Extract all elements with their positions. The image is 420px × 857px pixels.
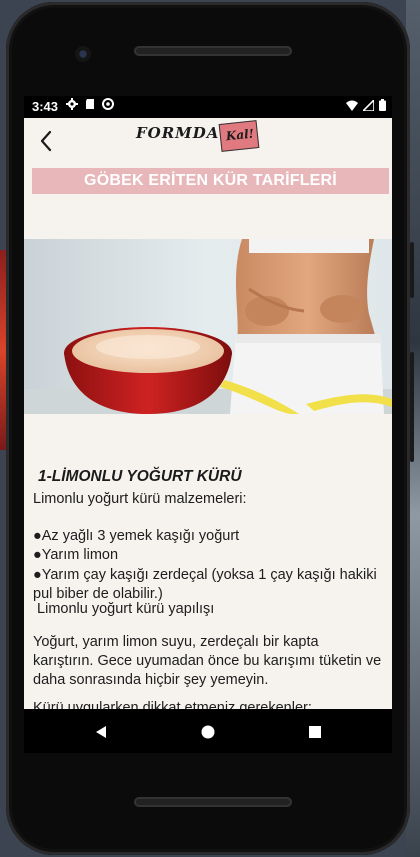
chevron-left-icon[interactable] [32, 126, 60, 156]
volume-button [410, 352, 414, 462]
preparation-text: Yoğurt, yarım limon suyu, zerdeçalı bir … [33, 634, 382, 688]
sd-card-icon [86, 99, 94, 109]
front-camera [75, 46, 91, 62]
earpiece-speaker [134, 46, 292, 56]
navigation-bar [24, 709, 392, 753]
square-recents-icon[interactable] [306, 723, 324, 741]
page-title: GÖBEK ERİTEN KÜR TARİFLERİ [84, 172, 337, 189]
logo-text-main: FORMDA [136, 124, 220, 142]
circle-home-icon[interactable] [199, 723, 217, 741]
triangle-back-icon[interactable] [92, 723, 110, 741]
power-button [410, 242, 414, 298]
ingredient-item-2: ●Yarım limon [33, 547, 119, 563]
battery-icon [379, 99, 386, 111]
app-screen: FORMDA Kal! GÖBEK ERİTEN KÜR TARİFLERİ 1… [24, 118, 392, 709]
ingredients-title: Limonlu yoğurt kürü malzemeleri: [33, 491, 247, 507]
wifi-icon [346, 100, 358, 111]
yogurt-bowl-and-waist-measuring-tape-image [24, 239, 392, 414]
signal-icon [363, 99, 374, 111]
section-heading: 1-LİMONLU YOĞURT KÜRÜ [38, 468, 242, 485]
logo-text-badge: Kal! [225, 126, 255, 144]
partial-text: Kürü uygularken dikkat etmeniz gerekenle… [33, 700, 312, 709]
app-bar: FORMDA Kal! [24, 118, 392, 166]
status-bar: 3:43 [24, 96, 392, 118]
bottom-speaker [134, 797, 292, 807]
settings-icon [66, 98, 78, 110]
data-saver-icon [102, 98, 114, 110]
preparation-title: Limonlu yoğurt kürü yapılışı [33, 601, 215, 617]
title-band: GÖBEK ERİTEN KÜR TARİFLERİ [32, 168, 389, 194]
logo-badge: Kal! [218, 120, 260, 152]
ingredient-item-1: ●Az yağlı 3 yemek kaşığı yoğurt [33, 528, 240, 544]
app-logo: FORMDA Kal! [136, 120, 262, 156]
ingredient-item-3: ●Yarım çay kaşığı zerdeçal (yoksa 1 çay … [33, 567, 377, 602]
status-time: 3:43 [32, 99, 59, 114]
